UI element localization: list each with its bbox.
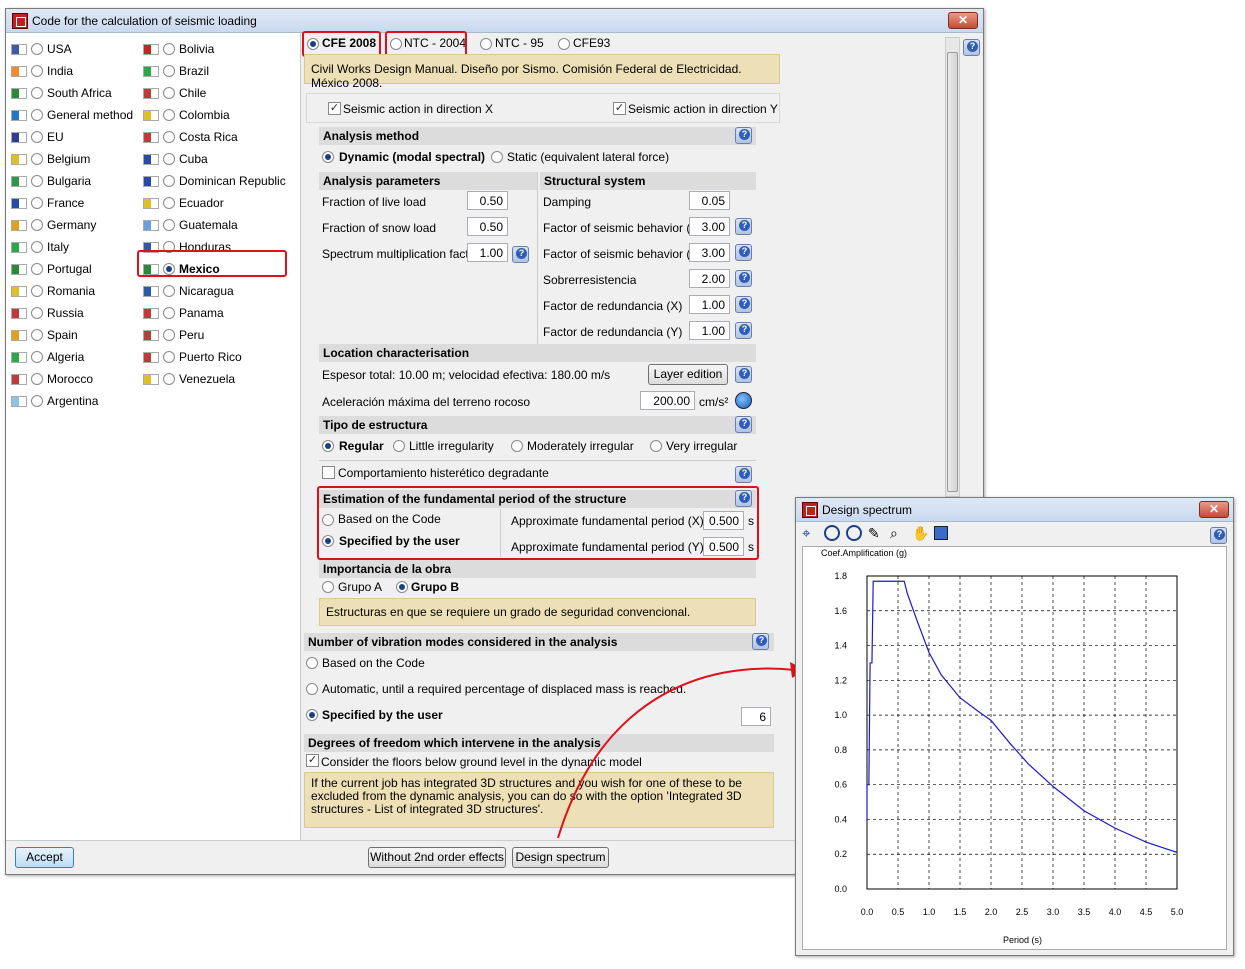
chart-ytick-label: 0.8 bbox=[834, 745, 847, 755]
chart-ytick-label: 1.2 bbox=[834, 675, 847, 685]
chart-xtick-label: 3.5 bbox=[1078, 907, 1091, 917]
chart-ytick-label: 0.2 bbox=[834, 849, 847, 859]
chart-xtick-label: 4.5 bbox=[1140, 907, 1153, 917]
chart-ytick-label: 1.0 bbox=[834, 710, 847, 720]
chart-xtick-label: 2.0 bbox=[985, 907, 998, 917]
chart-xtick-label: 0.0 bbox=[861, 907, 874, 917]
chart-ytick-label: 1.8 bbox=[834, 571, 847, 581]
chart-xtick-label: 5.0 bbox=[1171, 907, 1184, 917]
chart-ytick-label: 0.0 bbox=[834, 884, 847, 894]
chart-xtick-label: 1.5 bbox=[954, 907, 967, 917]
chart-ytick-label: 1.6 bbox=[834, 606, 847, 616]
chart-xtick-label: 0.5 bbox=[892, 907, 905, 917]
chart-xtick-label: 3.0 bbox=[1047, 907, 1060, 917]
chart-xtick-label: 4.0 bbox=[1109, 907, 1122, 917]
chart-ytick-label: 0.4 bbox=[834, 814, 847, 824]
design-spectrum-window: Design spectrum ✕ ⌖ ✎ ⌕ ✋ Coef.Amplifica… bbox=[795, 497, 1234, 956]
spectrum-chart: 0.0 0.5 1.0 1.5 2.0 2.5 3.0 3.5 4.0 4.5 5.0 0.0 0.2 0… bbox=[834, 571, 1184, 917]
chart-xtick-label: 1.0 bbox=[923, 907, 936, 917]
chart-ytick-label: 1.4 bbox=[834, 641, 847, 651]
chart-xtick-label: 2.5 bbox=[1016, 907, 1029, 917]
chart-ytick-label: 0.6 bbox=[834, 780, 847, 790]
